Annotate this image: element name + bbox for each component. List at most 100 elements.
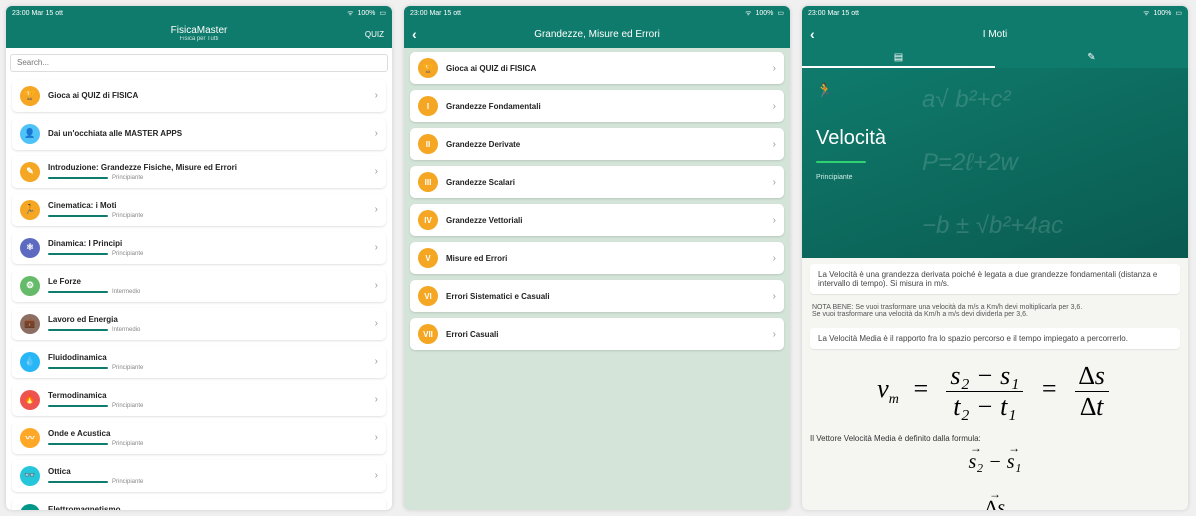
tab-bar: ▤ ✎ (802, 48, 1188, 68)
lesson-title: Gioca ai QUIZ di FISICA (446, 64, 765, 73)
topic-title: Onde e Acustica (48, 429, 367, 438)
hero-banner: a√ b²+c² P=2ℓ+2w −b ± √b²+4ac 🏃 Velocità… (802, 68, 1188, 258)
app-subtitle: Fisica per Tutti (171, 36, 228, 43)
chevron-right-icon: › (375, 242, 378, 253)
progress-bar (48, 443, 108, 445)
navbar-lesson: ‹ I Moti (802, 20, 1188, 48)
lesson-title: Grandezze Vettoriali (446, 216, 765, 225)
topic-icon: Ω (20, 504, 40, 511)
progress-bar (48, 329, 108, 331)
topic-row[interactable]: ΩElettromagnetismoIntermedio› (12, 498, 386, 511)
topic-row[interactable]: 👤 Dai un'occhiata alle MASTER APPS › (12, 118, 386, 150)
level-label: Principiante (112, 479, 143, 485)
battery-icon: ▭ (777, 9, 784, 17)
para-4: Il Vettore Velocità Media è definito dal… (810, 432, 1180, 449)
wifi-icon: ᯤ (1143, 9, 1149, 18)
lesson-row[interactable]: IVGrandezze Vettoriali› (410, 204, 784, 236)
search-input[interactable] (10, 54, 388, 72)
back-button[interactable]: ‹ (810, 26, 815, 42)
lesson-title: Grandezze Derivate (446, 140, 765, 149)
lesson-title: Grandezze Scalari (446, 178, 765, 187)
chevron-right-icon: › (375, 432, 378, 443)
chevron-right-icon: › (375, 280, 378, 291)
progress-bar (48, 481, 108, 483)
topic-list[interactable]: 🏆Gioca ai QUIZ di FISICA› 👤 Dai un'occhiat… (6, 76, 392, 511)
lesson-index-icon: I (418, 96, 438, 116)
chevron-right-icon: › (773, 101, 776, 112)
navbar-chapter: ‹ Grandezze, Misure ed Errori (404, 20, 790, 48)
battery-text: 100% (357, 10, 375, 17)
topic-icon: 〰 (20, 428, 40, 448)
lesson-row[interactable]: I Grandezze Fondamentali › (410, 90, 784, 122)
battery-icon: ▭ (379, 9, 386, 17)
topic-row[interactable]: ⚙Le ForzeIntermedio› (12, 270, 386, 302)
para-3: La Velocità Media è il rapporto fra lo s… (810, 328, 1180, 349)
battery-text: 100% (1153, 10, 1171, 17)
topic-title: Fluidodinamica (48, 353, 367, 362)
lesson-title: Grandezze Fondamentali (446, 102, 765, 111)
wifi-icon: ᯤ (745, 9, 751, 18)
topic-row[interactable]: 〰 Onde e Acustica Principiante › (12, 422, 386, 454)
tab-theory[interactable]: ▤ (802, 48, 995, 68)
chevron-right-icon: › (375, 128, 378, 139)
topic-icon: 🏃 (20, 200, 40, 220)
level-label: Principiante (112, 441, 143, 447)
battery-icon: ▭ (1175, 9, 1182, 17)
topic-title: Ottica (48, 467, 367, 476)
lesson-index-icon: VI (418, 286, 438, 306)
tab-exercises[interactable]: ✎ (995, 48, 1188, 68)
chevron-right-icon: › (773, 63, 776, 74)
status-bar: 23:00 Mar 15 ott ᯤ 100% ▭ (802, 6, 1188, 20)
progress-bar (48, 215, 108, 217)
back-button[interactable]: ‹ (412, 26, 417, 42)
lesson-row[interactable]: IIGrandezze Derivate› (410, 128, 784, 160)
lesson-row[interactable]: VIErrori Sistematici e Casuali› (410, 280, 784, 312)
status-bar: 23:00 Mar 15 ott ᯤ 100% ▭ (6, 6, 392, 20)
topic-row[interactable]: 💧FluidodinamicaPrincipiante› (12, 346, 386, 378)
topic-title: Le Forze (48, 277, 367, 286)
para-2: NOTA BENE: Se vuoi trasformare una veloc… (810, 300, 1180, 322)
topic-icon: ⚛ (20, 238, 40, 258)
lesson-row[interactable]: IIIGrandezze Scalari› (410, 166, 784, 198)
para-1: La Velocità è una grandezza derivata poi… (810, 264, 1180, 294)
chevron-right-icon: › (375, 470, 378, 481)
topic-row[interactable]: 💼Lavoro ed EnergiaIntermedio› (12, 308, 386, 340)
topic-icon: 💼 (20, 314, 40, 334)
topic-icon: 🏆 (20, 86, 40, 106)
search-wrap (6, 48, 392, 76)
status-time: 23:00 Mar 15 ott (12, 10, 63, 17)
topic-row[interactable]: 🔥TermodinamicaPrincipiante› (12, 384, 386, 416)
level-label: Principiante (112, 365, 143, 371)
status-time: 23:00 Mar 15 ott (808, 10, 859, 17)
level-label: Intermedio (112, 327, 140, 333)
level-label: Principiante (112, 213, 143, 219)
topic-row[interactable]: 👓 Ottica Principiante › (12, 460, 386, 492)
lesson-index-icon: IV (418, 210, 438, 230)
lesson-row[interactable]: VIIErrori Casuali› (410, 318, 784, 350)
lesson-row[interactable]: VMisure ed Errori› (410, 242, 784, 274)
formula-vector-velocity: s₂ − s₁ ∆s (810, 449, 1180, 510)
progress-bar (48, 405, 108, 407)
topic-icon: 👤 (20, 124, 40, 144)
topic-icon: ⚙ (20, 276, 40, 296)
lesson-nav-title: I Moti (983, 29, 1007, 40)
lesson-index-icon: III (418, 172, 438, 192)
level-label: Principiante (112, 251, 143, 257)
quiz-button[interactable]: QUIZ (365, 30, 384, 39)
status-bar: 23:00 Mar 15 ott ᯤ 100% ▭ (404, 6, 790, 20)
screen-chapter: 23:00 Mar 15 ott ᯤ 100% ▭ ‹ Grandezze, M… (404, 6, 790, 510)
topic-row[interactable]: ⚛Dinamica: I PrincipiPrincipiante› (12, 232, 386, 264)
topic-title: Cinematica: i Moti (48, 201, 367, 210)
topic-title: Termodinamica (48, 391, 367, 400)
lesson-list[interactable]: 🏆Gioca ai QUIZ di FISICA›IGrandezze Fond… (404, 48, 790, 510)
lesson-row[interactable]: 🏆Gioca ai QUIZ di FISICA› (410, 52, 784, 84)
topic-title: Dai un'occhiata alle MASTER APPS (48, 129, 367, 138)
topic-icon: 👓 (20, 466, 40, 486)
wifi-icon: ᯤ (347, 9, 353, 18)
topic-row[interactable]: 🏆Gioca ai QUIZ di FISICA› (12, 80, 386, 112)
topic-row[interactable]: 🏃Cinematica: i MotiPrincipiante› (12, 194, 386, 226)
topic-title: Elettromagnetismo (48, 505, 367, 511)
lesson-content[interactable]: La Velocità è una grandezza derivata poi… (802, 258, 1188, 510)
topic-row[interactable]: ✎Introduzione: Grandezze Fisiche, Misure… (12, 156, 386, 188)
lesson-title: Misure ed Errori (446, 254, 765, 263)
